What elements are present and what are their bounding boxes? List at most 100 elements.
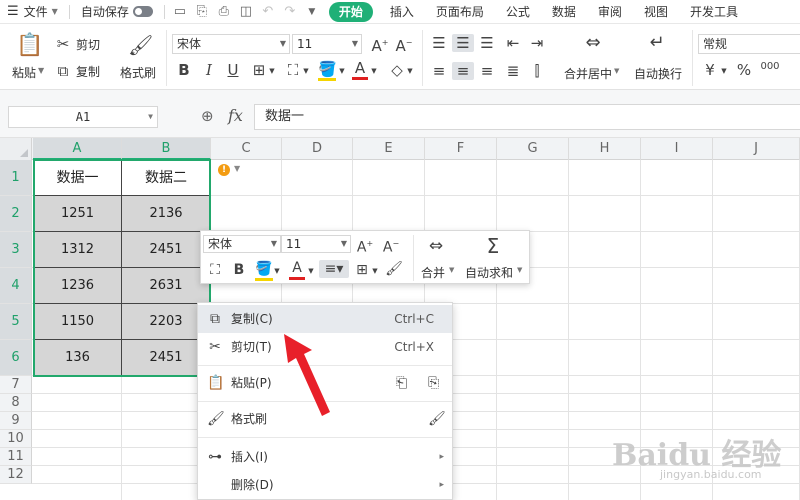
undo-icon[interactable]: ↶ [257,4,279,19]
export-icon[interactable]: ⎘ [191,4,213,19]
fill-color-icon[interactable]: 🪣 [318,60,337,81]
wrap-icon[interactable]: ⛶ [205,261,225,279]
row-header-7[interactable]: 7 [0,376,32,394]
sigma-icon[interactable]: Σ [481,235,505,257]
chevron-down-icon[interactable]: ▼ [307,262,315,280]
cut-button[interactable]: 剪切 [76,36,100,53]
tab-page-layout[interactable]: 页面布局 [425,3,495,20]
column-header-h[interactable]: H [569,138,641,160]
tab-insert[interactable]: 插入 [379,3,425,20]
column-header-i[interactable]: I [641,138,713,160]
table-cell[interactable]: 2136 [122,196,211,232]
select-all-corner[interactable] [0,138,32,160]
paste-icon[interactable]: 📋 [16,34,43,58]
warning-icon[interactable]: ! [218,164,230,176]
chevron-down-icon[interactable]: ▼ [371,262,379,280]
justify-icon[interactable]: ≣ [504,62,522,80]
redo-icon[interactable]: ↷ [279,4,301,19]
mini-autosum-button[interactable]: 自动求和 [465,264,513,281]
column-header-j[interactable]: J [713,138,800,160]
align-middle-icon[interactable]: ☰ [452,34,474,52]
align-left-icon[interactable]: ≡ [430,62,448,80]
chevron-down-icon[interactable]: ▼ [449,266,454,274]
percent-button[interactable]: % [736,61,752,79]
row-header-11[interactable]: 11 [0,448,32,466]
mini-merge-button[interactable]: 合并 [421,264,445,281]
column-header-g[interactable]: G [497,138,569,160]
row-header-2[interactable]: 2 [0,196,32,232]
decrease-font-icon[interactable]: A− [381,235,401,257]
merge-center-icon[interactable]: ⇔ [580,34,606,52]
header-cell[interactable]: 数据一 [33,160,122,196]
zoom-icon[interactable]: ⊕ [201,107,214,125]
row-header-12[interactable]: 12 [0,466,32,484]
align-center-icon[interactable]: ≡ [452,62,474,80]
fx-button[interactable]: fx [228,106,243,125]
merge-dropdown-icon[interactable]: ▼ [614,67,619,75]
column-header-a[interactable]: A [33,138,122,160]
print-preview-icon[interactable]: ◫ [235,4,257,19]
chevron-down-icon[interactable]: ▼ [302,62,310,80]
format-options-icon[interactable]: 🖌 [428,405,446,433]
increase-font-icon[interactable]: A+ [370,34,390,55]
column-header-c[interactable]: C [211,138,282,160]
table-cell[interactable]: 136 [33,340,122,376]
formula-input[interactable]: 数据一 [254,104,800,130]
print-icon[interactable]: ⎙ [213,4,235,19]
indent-decrease-icon[interactable]: ⇤ [504,34,522,52]
currency-button[interactable]: ¥ [702,61,718,79]
row-header-10[interactable]: 10 [0,430,32,448]
paste-dropdown-icon[interactable]: ▼ [38,66,44,75]
mini-font-name-select[interactable]: 宋体 ▼ [203,235,281,253]
autosave-toggle[interactable] [132,6,153,17]
context-menu-cut[interactable]: ✂ 剪切(T) Ctrl+X [198,333,452,361]
chevron-down-icon[interactable]: ▼ [338,62,346,80]
paste-button[interactable]: 粘贴 [12,64,36,81]
font-name-select[interactable]: 宋体 ▼ [172,34,290,54]
header-cell[interactable]: 数据二 [122,160,211,196]
wrap-text-icon[interactable]: ↵ [644,34,670,52]
row-header-3[interactable]: 3 [0,232,32,268]
eraser-icon[interactable]: ◇ [388,61,406,79]
copy-icon[interactable]: ⧉ [54,62,72,80]
row-header-9[interactable]: 9 [0,412,32,430]
underline-button[interactable]: U [225,61,241,79]
row-header-1[interactable]: 1 [0,160,32,196]
format-painter-icon[interactable]: 🖌 [128,34,153,56]
row-header-5[interactable]: 5 [0,304,32,340]
paste-values-icon[interactable]: ⎘ [428,369,439,397]
table-cell[interactable]: 1251 [33,196,122,232]
chevron-down-icon[interactable]: ▼ [273,262,281,280]
chevron-down-icon[interactable]: ▼ [517,266,522,274]
context-menu-format-painter[interactable]: 🖌 格式刷 🖌 [198,405,452,433]
mini-bold-button[interactable]: B [231,261,247,279]
tab-data[interactable]: 数据 [541,3,587,20]
column-header-d[interactable]: D [282,138,353,160]
tab-review[interactable]: 审阅 [587,3,633,20]
format-painter-icon[interactable]: 🖌 [385,260,403,278]
paste-text-icon[interactable]: ⎗ [396,369,407,397]
cell-style-icon[interactable]: ⛶ [284,61,302,79]
column-header-e[interactable]: E [353,138,425,160]
increase-font-icon[interactable]: A+ [355,235,375,257]
italic-button[interactable]: I [201,61,217,79]
autosave-control[interactable]: 自动保存 [74,0,160,24]
font-color-icon[interactable]: A [289,259,305,280]
table-cell[interactable]: 2631 [122,268,211,304]
tab-developer[interactable]: 开发工具 [679,3,749,20]
borders-icon[interactable]: ⊞ [353,261,371,279]
context-menu-copy[interactable]: ⧉ 复制(C) Ctrl+C [198,305,452,333]
table-cell[interactable]: 2451 [122,232,211,268]
row-header-4[interactable]: 4 [0,268,32,304]
tab-home[interactable]: 开始 [328,1,373,22]
mini-font-size-select[interactable]: 11 ▼ [281,235,351,253]
context-menu-delete[interactable]: 删除(D) ▸ [198,471,452,499]
align-top-icon[interactable]: ☰ [430,34,448,52]
table-cell[interactable]: 1312 [33,232,122,268]
wrap-text-button[interactable]: 自动换行 [634,65,682,82]
indent-increase-icon[interactable]: ⇥ [528,34,546,52]
font-size-select[interactable]: 11 ▼ [292,34,362,54]
font-color-icon[interactable]: A [352,59,368,80]
row-header-8[interactable]: 8 [0,394,32,412]
column-header-b[interactable]: B [122,138,211,160]
